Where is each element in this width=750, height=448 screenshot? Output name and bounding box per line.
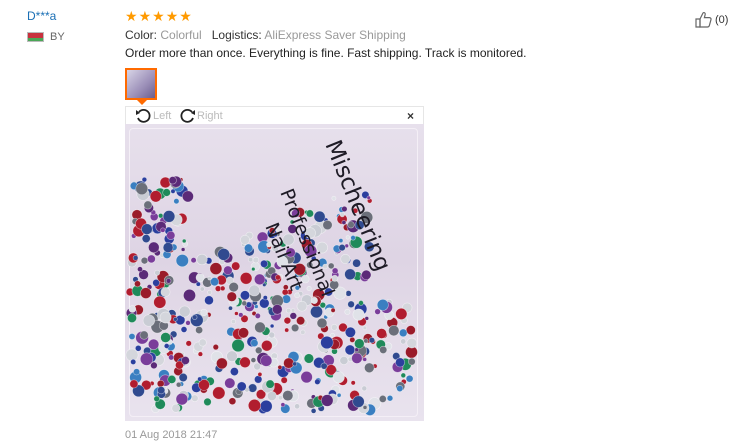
close-viewer-button[interactable]: × (407, 109, 414, 123)
bag-text-line-3: Mischeering (319, 137, 395, 275)
rotate-right-icon (180, 108, 195, 123)
country-code: BY (50, 31, 65, 43)
country-flag-icon (27, 32, 44, 42)
image-viewer-toolbar: Left Right × (125, 106, 424, 124)
thumbs-up-icon (695, 12, 712, 28)
logistics-attribute: Logistics: AliExpress Saver Shipping (212, 28, 406, 42)
bag-print-text: Nail Art Professional Mischeering (260, 137, 395, 300)
thumbnail-selected-arrow (137, 100, 147, 105)
star-icon: ★ (179, 8, 192, 24)
rotate-right-button[interactable]: Right (179, 108, 223, 124)
review-text: Order more than once. Everything is fine… (125, 46, 527, 60)
color-value: Colorful (160, 28, 202, 42)
rating-stars: ★ ★ ★ ★ ★ (125, 9, 192, 23)
color-attribute: Color: Colorful (125, 28, 202, 42)
logistics-label: Logistics: (211, 28, 262, 42)
reviewer-country: BY (27, 31, 65, 43)
reviewer-name[interactable]: D***a (27, 9, 56, 23)
color-label: Color: (125, 28, 158, 42)
review-date: 01 Aug 2018 21:47 (125, 429, 218, 441)
rotate-left-label: Left (153, 110, 172, 122)
helpful-button[interactable]: (0) (695, 11, 728, 28)
review-photo-large: Nail Art Professional Mischeering (125, 124, 424, 421)
star-icon: ★ (138, 8, 152, 24)
rotate-left-icon (136, 108, 151, 123)
helpful-count: (0) (715, 13, 729, 26)
review-photo-thumbnail[interactable] (125, 68, 157, 100)
star-icon: ★ (165, 8, 179, 24)
star-icon: ★ (152, 8, 165, 24)
star-icon: ★ (125, 8, 138, 24)
review-meta: Color: Colorful Logistics: AliExpress Sa… (125, 28, 406, 42)
rotate-left-button[interactable]: Left (135, 108, 171, 124)
logistics-value: AliExpress Saver Shipping (264, 28, 406, 42)
rotate-right-label: Right (197, 110, 223, 122)
